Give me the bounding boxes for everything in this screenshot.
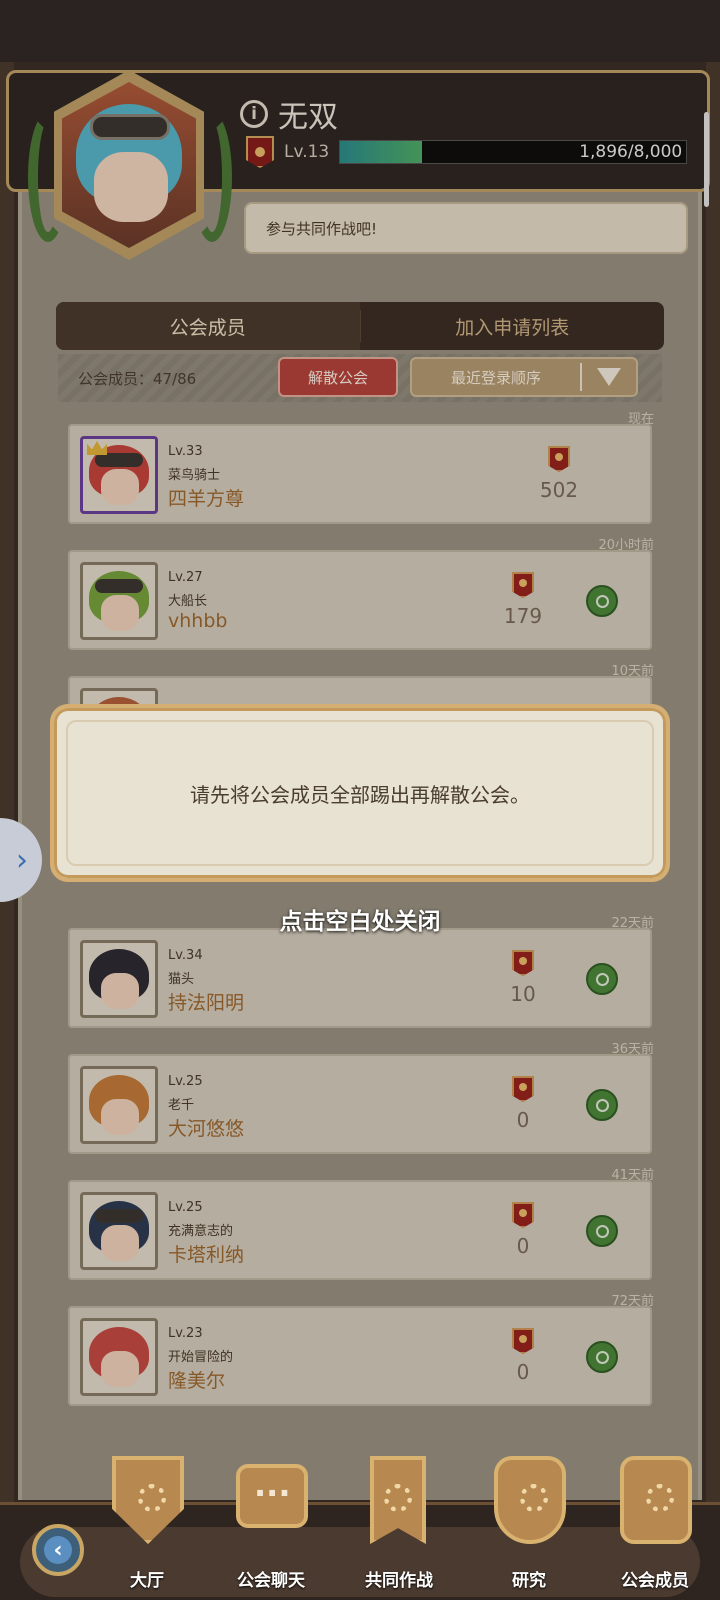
list-item[interactable]: 72天前 Lv.23 开始冒险的 隆美尔 0 [58,1290,662,1418]
member-level: Lv.25 [168,1074,203,1089]
member-name: 卡塔利纳 [168,1244,245,1266]
member-title: 开始冒险的 [168,1350,234,1365]
member-avatar[interactable] [80,1192,158,1270]
member-avatar[interactable] [80,940,158,1018]
member-title: 菜鸟骑士 [168,468,221,483]
popup-message: 请先将公会成员全部踢出再解散公会。 [190,782,530,807]
member-level: Lv.23 [168,1326,203,1341]
contribution-badge-icon [512,572,534,598]
member-toolbar: 公会成员：47/86 解散公会 最近登录顺序 [58,354,662,402]
xp-progress-bar: 1,896/8,000 [339,140,688,164]
disband-guild-button[interactable]: 解散公会 [278,357,398,397]
sort-label: 最近登录顺序 [450,368,541,387]
member-avatar[interactable] [80,1066,158,1144]
member-avatar[interactable] [80,1318,158,1396]
banner-gear-icon [370,1456,426,1544]
member-card[interactable]: Lv.23 开始冒险的 隆美尔 0 [68,1306,652,1406]
member-name: 大河悠悠 [168,1118,245,1140]
member-name: vhhbb [168,610,228,632]
level-row: Lv.13 1,896/8,000 [246,136,688,168]
nav-research[interactable]: 研究 [474,1456,584,1600]
back-arrow-icon: ‹ [53,1537,63,1563]
close-hint[interactable]: 点击空白处关闭 [0,902,720,936]
contribution-value: 10 [510,982,536,1006]
nav-label: 公会聊天 [237,1571,305,1591]
contribution-value: 0 [516,1360,530,1384]
member-title: 充满意志的 [168,1224,234,1239]
player-level: Lv.13 [284,142,330,162]
contribution-value: 0 [516,1234,530,1258]
contribution-badge-icon [512,1202,534,1228]
list-item[interactable]: 20小时前 Lv.27 大船长 vhhbb 179 [58,534,662,662]
view-member-search-icon[interactable] [586,1089,618,1121]
tab-join-requests[interactable]: 加入申请列表 [361,302,665,350]
contribution-value: 0 [516,1108,530,1132]
member-level: Lv.33 [168,444,203,459]
back-button[interactable]: ‹ [32,1524,84,1576]
member-level: Lv.27 [168,570,203,585]
member-title: 大船长 [168,594,208,609]
chat-bubble-icon [236,1464,308,1528]
player-name: 无双 [278,100,338,135]
member-avatar[interactable] [80,562,158,640]
nav-label: 研究 [512,1571,546,1591]
nav-label: 公会成员 [621,1571,689,1591]
contribution-badge-icon [512,950,534,976]
member-level: Lv.25 [168,1200,203,1215]
view-member-search-icon[interactable] [586,585,618,617]
xp-text: 1,896/8,000 [579,142,683,162]
view-member-search-icon[interactable] [586,1341,618,1373]
member-title: 老千 [168,1098,195,1113]
list-item[interactable]: 现在 Lv.33 菜鸟骑士 四羊方尊 502 [58,408,662,536]
member-name: 隆美尔 [168,1370,226,1392]
contribution-value: 502 [539,478,579,502]
member-tabs: 公会成员 加入申请列表 [56,302,664,350]
sort-dropdown[interactable]: 最近登录顺序 [410,357,638,397]
member-card[interactable]: Lv.27 大船长 vhhbb 179 [68,550,652,650]
member-name: 持法阳明 [168,992,245,1014]
member-card[interactable]: Lv.34 猫头 持法阳明 10 [68,928,652,1028]
member-level: Lv.34 [168,948,203,963]
list-item[interactable]: 41天前 Lv.25 充满意志的 卡塔利纳 0 [58,1164,662,1292]
contribution-badge-icon [512,1076,534,1102]
crown-icon [87,441,107,455]
member-name: 四羊方尊 [168,488,245,510]
member-count: 公会成员：47/86 [78,370,197,388]
nav-hall[interactable]: 大厅 [92,1456,202,1600]
contribution-badge-icon [512,1328,534,1354]
guild-members-icon [620,1456,692,1544]
scrollbar[interactable] [704,112,709,207]
member-card[interactable]: Lv.25 老千 大河悠悠 0 [68,1054,652,1154]
member-card[interactable]: Lv.25 充满意志的 卡塔利纳 0 [68,1180,652,1280]
guild-badge-icon [246,136,274,168]
nav-joint-battle[interactable]: 共同作战 [344,1456,454,1600]
info-icon[interactable]: i [240,100,268,128]
profile-avatar[interactable] [20,62,240,282]
nav-guild-chat[interactable]: 公会聊天 [216,1456,326,1600]
flask-icon [494,1456,566,1544]
chevron-right-icon: › [16,842,28,878]
dropdown-arrow-icon [582,368,636,386]
xp-fill [340,141,423,163]
view-member-search-icon[interactable] [586,1215,618,1247]
hall-shield-icon [112,1456,184,1544]
status-strip [0,0,720,62]
member-avatar[interactable] [80,436,158,514]
profile-title-row: i 无双 [240,92,338,136]
nav-label: 大厅 [130,1571,164,1591]
view-member-search-icon[interactable] [586,963,618,995]
nav-guild-members[interactable]: 公会成员 [600,1456,710,1600]
member-card[interactable]: Lv.33 菜鸟骑士 四羊方尊 502 [68,424,652,524]
contribution-badge-icon [548,446,570,472]
member-title: 猫头 [168,972,195,987]
contribution-value: 179 [503,604,543,628]
nav-label: 共同作战 [365,1571,433,1591]
alert-popup: 请先将公会成员全部踢出再解散公会。 [50,704,670,882]
speech-bubble: 参与共同作战吧! [244,202,688,254]
list-item[interactable]: 36天前 Lv.25 老千 大河悠悠 0 [58,1038,662,1166]
tab-guild-members[interactable]: 公会成员 [56,302,360,350]
